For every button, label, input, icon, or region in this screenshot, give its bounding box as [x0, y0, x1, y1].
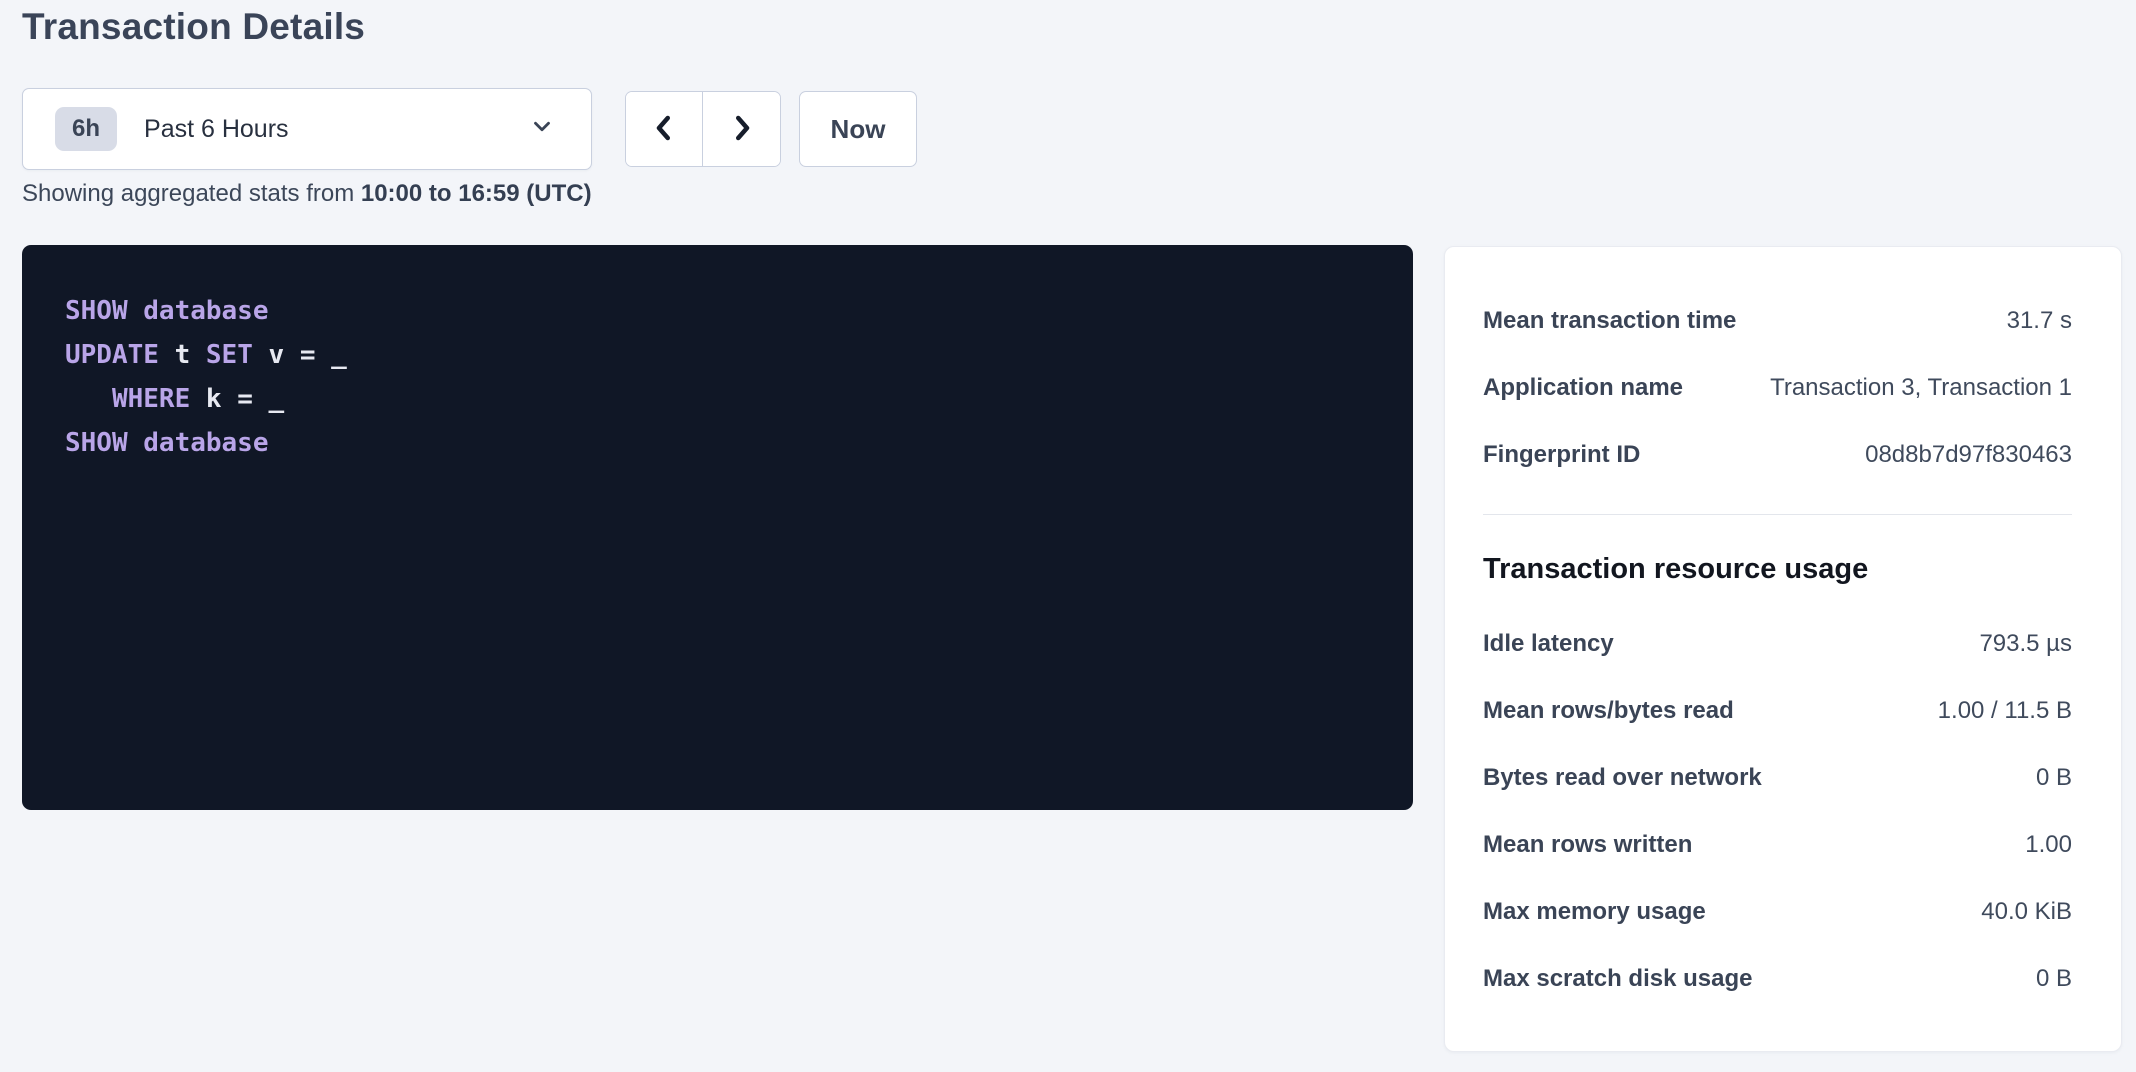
sql-identifier: v = _ [253, 340, 347, 370]
sql-statement-box: SHOW database UPDATE t SET v = _ WHERE k … [22, 245, 1413, 810]
time-range-badge: 6h [55, 107, 117, 151]
aggregation-caption: Showing aggregated stats from 10:00 to 1… [22, 180, 592, 208]
sql-keyword: SET [206, 340, 253, 370]
sql-identifier [65, 384, 112, 414]
stat-label: Fingerprint ID [1483, 441, 1640, 469]
stat-label: Mean rows written [1483, 831, 1692, 859]
stat-row: Max memory usage 40.0 KiB [1483, 878, 2072, 945]
stat-value: 1.00 [2025, 831, 2072, 859]
chevron-right-icon [727, 113, 757, 146]
sql-keyword: SHOW database [65, 296, 269, 326]
stat-value: 0 B [2036, 764, 2072, 792]
resource-usage-heading: Transaction resource usage [1483, 553, 2072, 586]
time-range-select[interactable]: 6h Past 6 Hours [22, 88, 592, 170]
caption-range: 10:00 to 16:59 (UTC) [361, 180, 592, 207]
time-range-label: Past 6 Hours [144, 115, 289, 144]
stat-row: Mean transaction time 31.7 s [1483, 287, 2072, 354]
stat-row: Idle latency 793.5 µs [1483, 610, 2072, 677]
prev-range-button[interactable] [626, 92, 703, 166]
stat-label: Idle latency [1483, 630, 1614, 658]
transaction-stats-card: Mean transaction time 31.7 s Application n… [1444, 246, 2122, 1052]
transaction-details-page: Transaction Details 6h Past 6 Hours [0, 0, 2136, 1072]
sql-line: SHOW database [65, 421, 1383, 465]
stat-row: Mean rows written 1.00 [1483, 811, 2072, 878]
sql-line: UPDATE t SET v = _ [65, 333, 1383, 377]
stat-label: Mean rows/bytes read [1483, 697, 1734, 725]
caption-prefix: Showing aggregated stats from [22, 180, 361, 207]
sql-identifier: k = _ [190, 384, 284, 414]
stat-row: Bytes read over network 0 B [1483, 744, 2072, 811]
stat-row: Application name Transaction 3, Transacti… [1483, 354, 2072, 421]
stat-label: Max memory usage [1483, 898, 1706, 926]
stat-value: 31.7 s [2007, 307, 2072, 335]
chevron-down-icon [529, 114, 555, 145]
chevron-left-icon [649, 113, 679, 146]
resource-usage-rows: Idle latency 793.5 µs Mean rows/bytes read… [1483, 610, 2072, 1012]
stat-label: Bytes read over network [1483, 764, 1762, 792]
stat-value: 0 B [2036, 965, 2072, 993]
sql-line: WHERE k = _ [65, 377, 1383, 421]
stat-row: Max scratch disk usage 0 B [1483, 945, 2072, 1012]
stat-value: 793.5 µs [1979, 630, 2072, 658]
transaction-details-rows: Mean transaction time 31.7 s Application n… [1483, 287, 2072, 488]
sql-keyword: UPDATE [65, 340, 159, 370]
stat-value: 08d8b7d97f830463 [1865, 441, 2072, 469]
sql-keyword: WHERE [112, 384, 190, 414]
stat-row: Mean rows/bytes read 1.00 / 11.5 B [1483, 677, 2072, 744]
stat-value: 1.00 / 11.5 B [1938, 697, 2072, 725]
sql-line: SHOW database [65, 289, 1383, 333]
stat-row: Fingerprint ID 08d8b7d97f830463 [1483, 421, 2072, 488]
time-nav-group [625, 91, 781, 167]
now-button[interactable]: Now [799, 91, 917, 167]
stat-value: 40.0 KiB [1981, 898, 2072, 926]
stat-label: Application name [1483, 374, 1683, 402]
sql-keyword: SHOW database [65, 428, 269, 458]
stat-label: Mean transaction time [1483, 307, 1736, 335]
page-title: Transaction Details [22, 6, 365, 48]
stat-label: Max scratch disk usage [1483, 965, 1752, 993]
next-range-button[interactable] [703, 92, 780, 166]
stat-value: Transaction 3, Transaction 1 [1770, 374, 2072, 402]
sql-identifier: t [159, 340, 206, 370]
card-divider [1483, 514, 2072, 515]
